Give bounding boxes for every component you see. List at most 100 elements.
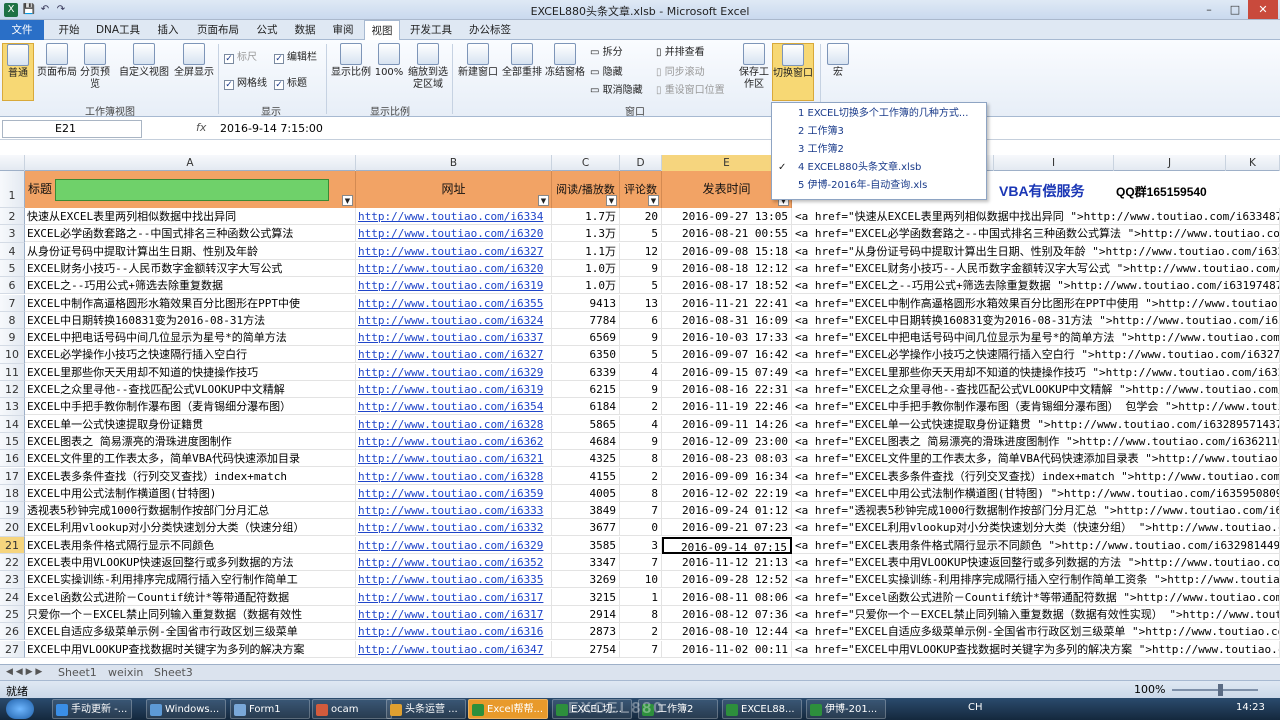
save-workspace-button[interactable]: 保存工作区	[736, 43, 772, 91]
column-header[interactable]: K	[1226, 155, 1280, 171]
url-link[interactable]: http://www.toutiao.com/i6355	[356, 294, 552, 312]
taskbar-item[interactable]: Windows...	[146, 699, 226, 719]
row-header[interactable]: 24	[0, 588, 25, 606]
column-header[interactable]: I	[994, 155, 1114, 171]
title-cell[interactable]: Excel函数公式进阶－Countif统计*等带通配符数据	[25, 588, 356, 606]
sheet-tab[interactable]: Sheet3	[150, 665, 197, 680]
macros-button[interactable]: 宏	[824, 43, 852, 79]
row-header[interactable]: 18	[0, 484, 25, 503]
taskbar-item[interactable]: Form1	[230, 699, 310, 719]
reads-cell[interactable]: 1.7万	[552, 208, 620, 225]
close-button[interactable]: ✕	[1248, 0, 1278, 19]
time-cell[interactable]: 2016-11-21 22:41	[662, 294, 792, 312]
window-menu-item[interactable]: ✓ 4 EXCEL880头条文章.xlsb	[772, 159, 986, 177]
row-header[interactable]: 5	[0, 259, 25, 278]
title-cell[interactable]: 快速从EXCEL表里两列相似数据中找出异同	[25, 208, 356, 225]
reads-cell[interactable]: 1.0万	[552, 259, 620, 277]
url-link[interactable]: http://www.toutiao.com/i6354	[356, 398, 552, 416]
comments-cell[interactable]: 4	[620, 415, 662, 433]
zoom-slider[interactable]	[1172, 689, 1258, 691]
title-cell[interactable]: EXCEL必学函数套路之--中国式排名三种函数公式算法	[25, 225, 356, 243]
title-cell[interactable]: EXCEL之众里寻他--查找匹配公式VLOOKUP中文精解	[25, 381, 356, 398]
tab-page-layout[interactable]: 页面布局	[190, 20, 246, 40]
row-header[interactable]: 12	[0, 381, 25, 399]
time-cell[interactable]: 2016-08-16 22:31	[662, 381, 792, 398]
side-by-side-button[interactable]: ▯ 并排查看	[656, 46, 705, 60]
time-cell[interactable]: 2016-09-08 15:18	[662, 242, 792, 260]
column-header[interactable]: J	[1114, 155, 1226, 171]
gridlines-checkbox[interactable]: ✓ 网格线	[224, 77, 267, 91]
comments-cell[interactable]: 9	[620, 259, 662, 277]
row-header[interactable]: 17	[0, 467, 25, 485]
tab-home[interactable]: 开始	[50, 20, 88, 40]
html-cell[interactable]: <a href="EXCEL文件里的工作表太多，简单VBA代码快速添加目录表 "…	[792, 450, 1280, 468]
taskbar-item[interactable]: EXCEL88...	[722, 699, 802, 719]
url-link[interactable]: http://www.toutiao.com/i6317	[356, 588, 552, 606]
comments-cell[interactable]: 13	[620, 294, 662, 312]
maximize-button[interactable]: □	[1222, 0, 1248, 19]
column-header[interactable]: C	[552, 155, 620, 171]
row-header[interactable]: 26	[0, 623, 25, 641]
filter-dropdown-icon[interactable]: ▼	[342, 195, 353, 206]
html-cell[interactable]: <a href="EXCEL图表之 简易漂亮的滑珠进度图制作 ">http://…	[792, 432, 1280, 450]
tab-developer[interactable]: 开发工具	[404, 20, 458, 40]
row-header[interactable]: 14	[0, 415, 25, 433]
row-header[interactable]: 25	[0, 605, 25, 624]
title-cell[interactable]: EXCEL自适应多级菜单示例-全国省市行政区划三级菜单	[25, 623, 356, 641]
time-cell[interactable]: 2016-12-02 22:19	[662, 484, 792, 502]
start-button[interactable]	[6, 699, 34, 719]
url-link[interactable]: http://www.toutiao.com/i6316	[356, 623, 552, 641]
column-header[interactable]: B	[356, 155, 552, 171]
select-all-corner[interactable]	[0, 155, 25, 171]
window-menu-item[interactable]: 3 工作簿2	[772, 141, 986, 159]
reads-cell[interactable]: 7784	[552, 311, 620, 329]
split-button[interactable]: ▭ 拆分	[590, 46, 623, 60]
html-cell[interactable]: <a href="快速从EXCEL表里两列相似数据中找出异同 ">http://…	[792, 208, 1280, 225]
reads-cell[interactable]: 3215	[552, 588, 620, 606]
title-cell[interactable]: EXCEL财务小技巧--人民币数字金额转汉字大写公式	[25, 259, 356, 277]
title-cell[interactable]: EXCEL表中用VLOOKUP快速返回整行或多列数据的方法	[25, 554, 356, 571]
arrange-all-button[interactable]: 全部重排	[500, 43, 544, 79]
comments-cell[interactable]: 20	[620, 208, 662, 225]
time-cell[interactable]: 2016-08-31 16:09	[662, 311, 792, 329]
sheet-nav-icon[interactable]: ◀ ◀ ▶ ▶	[2, 665, 46, 680]
time-cell[interactable]: 2016-08-11 08:06	[662, 588, 792, 606]
fx-icon[interactable]: fx	[196, 121, 206, 134]
time-cell[interactable]: 2016-09-27 13:05	[662, 208, 792, 225]
reads-cell[interactable]: 3269	[552, 571, 620, 589]
filter-dropdown-icon[interactable]: ▼	[606, 195, 617, 206]
html-cell[interactable]: <a href="Excel函数公式进阶－Countif统计*等带通配符数据 "…	[792, 588, 1280, 606]
row-header[interactable]: 1	[0, 171, 25, 208]
reads-cell[interactable]: 3849	[552, 502, 620, 520]
time-cell[interactable]: 2016-08-18 12:12	[662, 259, 792, 277]
custom-view-button[interactable]: 自定义视图	[116, 43, 172, 79]
reads-cell[interactable]: 4005	[552, 484, 620, 502]
formula-bar-checkbox[interactable]: ✓ 编辑栏	[274, 51, 317, 65]
row-header[interactable]: 22	[0, 554, 25, 572]
zoom-button[interactable]: 显示比例	[330, 43, 372, 79]
row-header[interactable]: 16	[0, 450, 25, 468]
comments-cell[interactable]: 7	[620, 554, 662, 571]
sheet-tab[interactable]: Sheet1	[54, 665, 101, 680]
fullscreen-button[interactable]: 全屏显示	[172, 43, 216, 79]
reads-cell[interactable]: 2914	[552, 605, 620, 623]
url-link[interactable]: http://www.toutiao.com/i6337	[356, 329, 552, 347]
comments-cell[interactable]: 8	[620, 484, 662, 502]
comments-cell[interactable]: 9	[620, 329, 662, 347]
column-header[interactable]: D	[620, 155, 662, 171]
reads-cell[interactable]: 6215	[552, 381, 620, 398]
reads-cell[interactable]: 4155	[552, 467, 620, 485]
html-cell[interactable]: <a href="EXCEL表用条件格式隔行显示不同颜色 ">http://ww…	[792, 536, 1280, 554]
comments-cell[interactable]: 7	[620, 640, 662, 658]
switch-window-button[interactable]: 切换窗口	[772, 43, 814, 101]
tab-review[interactable]: 审阅	[326, 20, 360, 40]
title-cell[interactable]: EXCEL中用公式法制作横道图(甘特图)	[25, 484, 356, 502]
taskbar-item[interactable]: Excel帮帮...	[468, 699, 548, 719]
page-layout-view-button[interactable]: 页面布局	[36, 43, 78, 79]
reads-cell[interactable]: 3677	[552, 519, 620, 537]
title-cell[interactable]: EXCEL里那些你天天用却不知道的快捷操作技巧	[25, 363, 356, 381]
html-cell[interactable]: <a href="EXCEL中日期转换160831变为2016-08-31方法 …	[792, 311, 1280, 329]
title-cell[interactable]: EXCEL单一公式快速提取身份证籍贯	[25, 415, 356, 433]
title-cell[interactable]: EXCEL图表之 简易漂亮的滑珠进度图制作	[25, 432, 356, 450]
row-header[interactable]: 23	[0, 571, 25, 589]
